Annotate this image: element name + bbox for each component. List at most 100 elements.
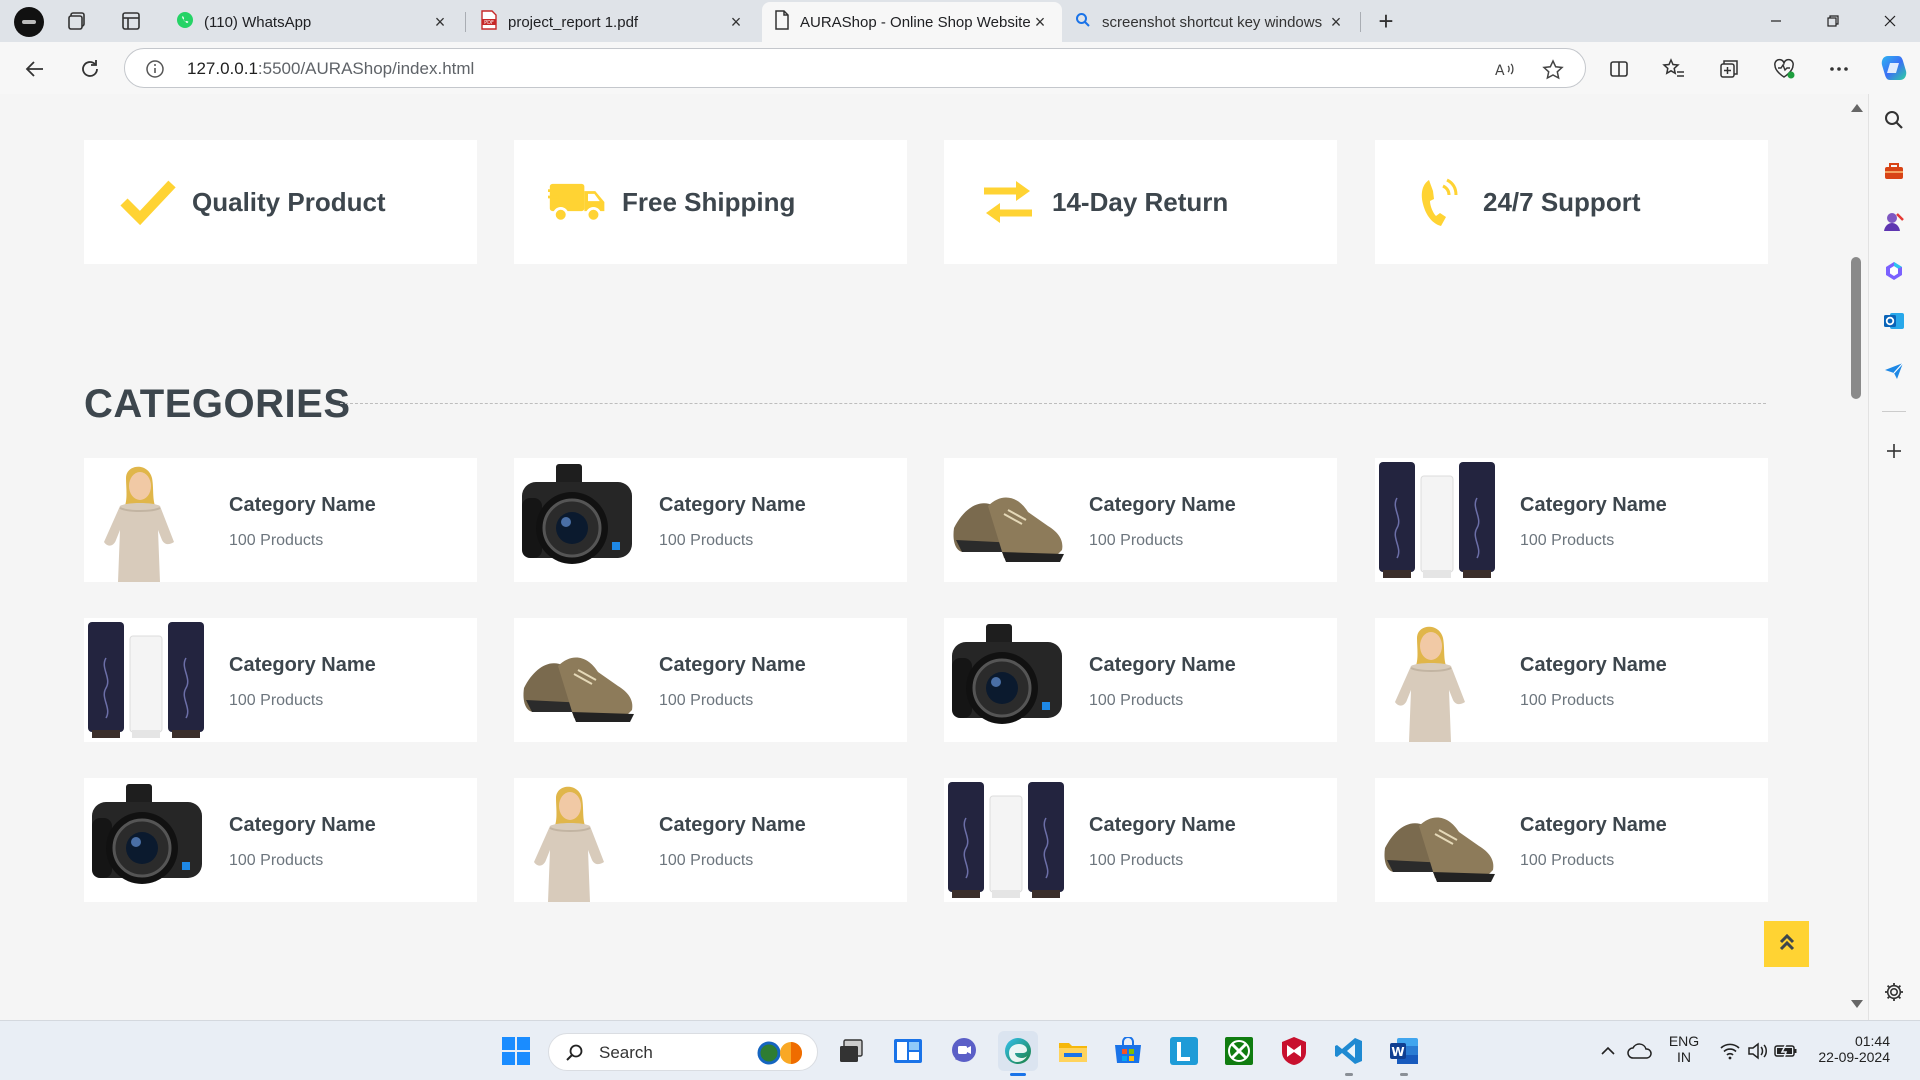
close-icon[interactable]: ×: [1326, 12, 1346, 32]
category-name[interactable]: Category Name: [659, 814, 806, 837]
volume-icon[interactable]: [1744, 1031, 1772, 1071]
category-image-shoes[interactable]: [944, 458, 1070, 582]
teams-chat-icon[interactable]: [944, 1031, 984, 1071]
category-image-woman[interactable]: [84, 458, 210, 582]
category-name[interactable]: Category Name: [229, 654, 376, 677]
minimize-button[interactable]: [1754, 8, 1798, 34]
task-view-icon[interactable]: [832, 1031, 872, 1071]
category-name[interactable]: Category Name: [1520, 494, 1667, 517]
category-image-camera[interactable]: [944, 618, 1070, 742]
category-image-woman[interactable]: [514, 778, 640, 902]
mcafee-icon[interactable]: [1274, 1031, 1314, 1071]
edge-browser-icon[interactable]: [998, 1031, 1038, 1076]
split-screen-icon[interactable]: [1604, 54, 1634, 84]
category-image-camera[interactable]: [514, 458, 640, 582]
back-button[interactable]: [20, 54, 50, 84]
tab-search[interactable]: screenshot shortcut key windows ×: [1062, 4, 1358, 40]
xbox-icon[interactable]: [1219, 1031, 1259, 1071]
category-name[interactable]: Category Name: [229, 494, 376, 517]
onedrive-cloud-icon[interactable]: [1626, 1031, 1654, 1071]
wifi-icon[interactable]: [1716, 1031, 1744, 1071]
read-aloud-icon[interactable]: A: [1493, 58, 1517, 82]
tab-whatsapp[interactable]: (110) WhatsApp ×: [164, 4, 462, 40]
file-explorer-icon[interactable]: [1053, 1031, 1093, 1071]
category-card[interactable]: Category Name 100 Products: [514, 618, 907, 742]
category-card[interactable]: Category Name 100 Products: [84, 458, 477, 582]
tab-pdf[interactable]: PDF project_report 1.pdf ×: [468, 4, 758, 40]
category-image-camera[interactable]: [84, 778, 210, 902]
refresh-button[interactable]: [75, 54, 105, 84]
scroll-down-arrow[interactable]: [1851, 1000, 1863, 1008]
restore-button[interactable]: [1811, 8, 1855, 34]
vscode-icon[interactable]: [1329, 1031, 1369, 1076]
games-icon[interactable]: [1880, 207, 1908, 235]
category-name[interactable]: Category Name: [1089, 494, 1236, 517]
category-image-shoes[interactable]: [1375, 778, 1501, 902]
favorite-star-icon[interactable]: [1541, 58, 1565, 82]
pdf-icon: PDF: [480, 10, 498, 34]
category-name[interactable]: Category Name: [659, 654, 806, 677]
category-name[interactable]: Category Name: [659, 494, 806, 517]
favorites-icon[interactable]: [1659, 54, 1689, 84]
category-card[interactable]: Category Name 100 Products: [944, 618, 1337, 742]
category-image-cosmetics[interactable]: [1375, 458, 1501, 582]
copilot-icon[interactable]: [1878, 52, 1910, 84]
scroll-thumb[interactable]: [1851, 257, 1861, 399]
tab-actions-icon[interactable]: [118, 9, 144, 33]
close-icon[interactable]: ×: [430, 12, 450, 32]
category-card[interactable]: Category Name 100 Products: [1375, 618, 1768, 742]
close-icon[interactable]: ×: [1030, 12, 1050, 32]
add-sidebar-icon[interactable]: [1880, 437, 1908, 465]
tab-aurashop[interactable]: AURAShop - Online Shop Website ×: [762, 2, 1062, 42]
address-bar[interactable]: 127.0.0.1:5500/AURAShop/index.html A: [124, 48, 1586, 88]
category-name[interactable]: Category Name: [1089, 814, 1236, 837]
url-text[interactable]: 127.0.0.1:5500/AURAShop/index.html: [187, 59, 474, 79]
category-image-woman[interactable]: [1375, 618, 1501, 742]
settings-gear-icon[interactable]: [1880, 978, 1908, 1006]
site-info-icon[interactable]: [145, 59, 165, 79]
category-name[interactable]: Category Name: [1089, 654, 1236, 677]
back-to-top-button[interactable]: [1764, 921, 1809, 967]
more-options-icon[interactable]: [1824, 54, 1854, 84]
new-tab-button[interactable]: +: [1372, 8, 1400, 36]
profile-avatar[interactable]: [14, 7, 44, 37]
category-card[interactable]: Category Name 100 Products: [84, 778, 477, 902]
widgets-icon[interactable]: [888, 1031, 928, 1071]
battery-icon[interactable]: [1772, 1031, 1800, 1071]
category-name[interactable]: Category Name: [229, 814, 376, 837]
ms-store-icon[interactable]: [1108, 1031, 1148, 1071]
category-image-cosmetics[interactable]: [84, 618, 210, 742]
category-card[interactable]: Category Name 100 Products: [514, 778, 907, 902]
scroll-up-arrow[interactable]: [1851, 104, 1863, 112]
sidebar-search-icon[interactable]: [1880, 106, 1908, 134]
category-card[interactable]: Category Name 100 Products: [1375, 458, 1768, 582]
category-product-count: 100 Products: [659, 852, 754, 869]
chevron-up-icon[interactable]: [1596, 1031, 1620, 1071]
page-scrollbar[interactable]: [1846, 94, 1868, 1020]
input-language[interactable]: ENG IN: [1664, 1033, 1704, 1065]
word-icon[interactable]: W: [1384, 1031, 1424, 1076]
l-app-icon[interactable]: [1164, 1031, 1204, 1071]
m365-icon[interactable]: [1880, 257, 1908, 285]
category-card[interactable]: Category Name 100 Products: [1375, 778, 1768, 902]
outlook-icon[interactable]: [1880, 307, 1908, 335]
category-card[interactable]: Category Name 100 Products: [84, 618, 477, 742]
clock[interactable]: 01:44 22-09-2024: [1810, 1033, 1890, 1065]
category-card[interactable]: Category Name 100 Products: [514, 458, 907, 582]
close-window-button[interactable]: [1868, 8, 1912, 34]
category-name[interactable]: Category Name: [1520, 654, 1667, 677]
category-image-shoes[interactable]: [514, 618, 640, 742]
shopping-bag-icon[interactable]: [1880, 157, 1908, 185]
category-card[interactable]: Category Name 100 Products: [944, 458, 1337, 582]
category-card[interactable]: Category Name 100 Products: [944, 778, 1337, 902]
category-image-cosmetics[interactable]: [944, 778, 1070, 902]
close-icon[interactable]: ×: [726, 12, 746, 32]
workspaces-icon[interactable]: [64, 9, 90, 33]
sidebar-divider: [1882, 411, 1906, 412]
start-windows-icon[interactable]: [496, 1031, 536, 1071]
taskbar-search[interactable]: Search: [548, 1033, 818, 1071]
category-name[interactable]: Category Name: [1520, 814, 1667, 837]
collections-icon[interactable]: [1714, 54, 1744, 84]
send-icon[interactable]: [1880, 357, 1908, 385]
browser-essentials-icon[interactable]: [1769, 54, 1799, 84]
